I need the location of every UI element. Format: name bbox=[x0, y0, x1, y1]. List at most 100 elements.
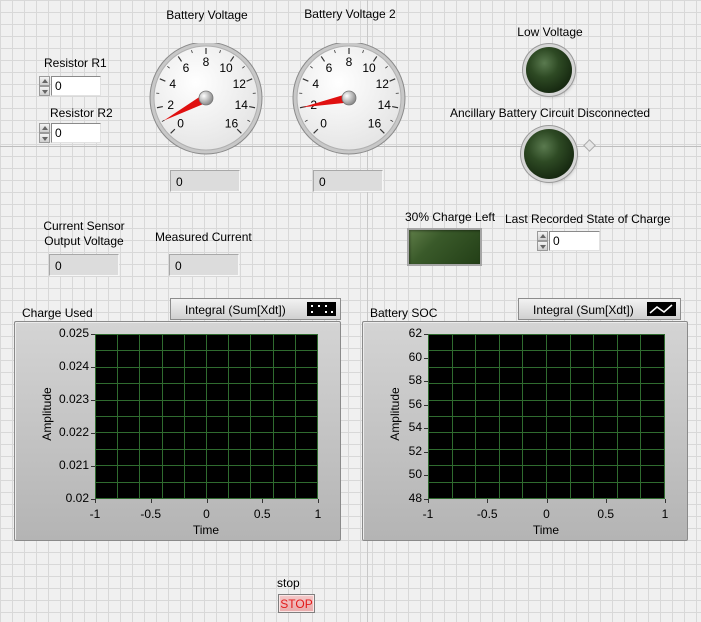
y-tick-mark bbox=[424, 334, 428, 335]
y-tick-label: 0.024 bbox=[58, 359, 89, 373]
y-tick-label: 50 bbox=[408, 467, 422, 482]
line-icon bbox=[647, 302, 676, 316]
gauge-tick-label: 14 bbox=[378, 98, 392, 112]
y-tick-label: 52 bbox=[408, 443, 422, 458]
x-tick-label: 1 bbox=[661, 507, 669, 521]
y-tick-label: 0.021 bbox=[58, 458, 89, 472]
decrement-arrow-icon[interactable] bbox=[537, 241, 548, 251]
gauge-tick-label: 16 bbox=[225, 116, 239, 130]
gauge-tick-label: 4 bbox=[169, 77, 176, 91]
x-tick-mark bbox=[207, 499, 208, 503]
resistor-r2-input[interactable]: 0 bbox=[51, 123, 101, 143]
resistor-r1-spinner[interactable] bbox=[39, 76, 50, 96]
battery-soc-x-axis-label: Time bbox=[532, 523, 560, 537]
current-sensor-readout: 0 bbox=[49, 254, 119, 276]
gauge-tick-label: 16 bbox=[368, 116, 382, 130]
stop-button[interactable]: STOP bbox=[278, 594, 315, 613]
x-tick-label: -0.5 bbox=[476, 507, 498, 521]
x-tick-label: 0.5 bbox=[253, 507, 271, 521]
x-tick-mark bbox=[318, 499, 319, 503]
x-tick-label: -1 bbox=[89, 507, 101, 521]
gauge-tick-label: 8 bbox=[346, 55, 353, 69]
decrement-arrow-icon[interactable] bbox=[39, 86, 50, 96]
y-tick-mark bbox=[91, 400, 95, 401]
battery-soc-y-axis-label: Amplitude bbox=[388, 387, 402, 441]
gauge-tick-label: 0 bbox=[177, 116, 184, 130]
x-tick-mark bbox=[665, 499, 666, 503]
x-tick-label: 0 bbox=[543, 507, 550, 521]
increment-arrow-icon[interactable] bbox=[39, 76, 50, 86]
last-soc-spinner[interactable] bbox=[537, 231, 548, 251]
x-tick-label: 0 bbox=[203, 507, 210, 521]
battery-voltage-2-gauge[interactable]: 0246810121416 bbox=[290, 43, 408, 161]
charge-used-plot-area[interactable] bbox=[95, 334, 318, 499]
charge-used-title: Charge Used bbox=[22, 306, 93, 320]
battery-soc-legend-text: Integral (Sum[Xdt]) bbox=[533, 303, 634, 317]
low-voltage-led[interactable] bbox=[526, 47, 572, 93]
charge-30-led[interactable] bbox=[407, 228, 482, 266]
last-soc-input[interactable]: 0 bbox=[549, 231, 600, 251]
y-tick-mark bbox=[424, 428, 428, 429]
gauge-tick-label: 12 bbox=[233, 77, 247, 91]
current-sensor-label-line2: Output Voltage bbox=[44, 234, 124, 248]
ancillary-label: Ancillary Battery Circuit Disconnected bbox=[450, 106, 651, 120]
charge-30-label: 30% Charge Left bbox=[405, 210, 496, 224]
resistor-r1-input[interactable]: 0 bbox=[51, 76, 101, 96]
y-tick-mark bbox=[91, 334, 95, 335]
measured-current-readout: 0 bbox=[169, 254, 239, 276]
gauge-tick-label: 10 bbox=[219, 61, 233, 75]
y-tick-label: 60 bbox=[408, 349, 422, 364]
decrement-arrow-icon[interactable] bbox=[39, 133, 50, 143]
x-tick-mark bbox=[606, 499, 607, 503]
y-tick-mark bbox=[424, 405, 428, 406]
last-soc-control: 0 bbox=[537, 231, 601, 251]
gauge-hub bbox=[198, 90, 214, 106]
gauge-tick-label: 4 bbox=[312, 77, 319, 91]
y-tick-label: 0.025 bbox=[58, 326, 89, 340]
gauge-tick-label: 8 bbox=[203, 55, 210, 69]
charge-used-y-axis-label: Amplitude bbox=[40, 387, 54, 441]
battery-soc-graph[interactable]: 62 60 58 56 54 52 50 48 -1 -0.5 0 0.5 1 Time Amplitu… bbox=[362, 321, 688, 541]
ancillary-led[interactable] bbox=[524, 129, 574, 179]
charge-used-plot-legend[interactable]: Integral (Sum[Xdt]) bbox=[170, 298, 341, 320]
charge-used-graph[interactable]: 0.025 0.024 0.023 0.022 0.021 0.02 -1 -0.5 0 0.5 1… bbox=[14, 321, 341, 541]
y-tick-mark bbox=[424, 452, 428, 453]
y-tick-mark bbox=[424, 358, 428, 359]
increment-arrow-icon[interactable] bbox=[39, 123, 50, 133]
gauge-tick-label: 6 bbox=[183, 61, 190, 75]
gauge-tick-label: 12 bbox=[376, 77, 390, 91]
battery-voltage-2-readout: 0 bbox=[313, 170, 383, 192]
x-tick-label: 1 bbox=[314, 507, 322, 521]
battery-soc-plot-legend[interactable]: Integral (Sum[Xdt]) bbox=[518, 298, 681, 320]
resize-handle-icon bbox=[583, 139, 596, 152]
stop-label: stop bbox=[277, 576, 300, 590]
charge-used-x-axis-label: Time bbox=[192, 523, 220, 537]
x-tick-mark bbox=[262, 499, 263, 503]
points-icon bbox=[307, 302, 336, 316]
x-tick-label: 0.5 bbox=[597, 507, 615, 521]
gauge-tick-label: 0 bbox=[320, 116, 327, 130]
x-tick-label: -0.5 bbox=[140, 507, 162, 521]
battery-soc-plot-area[interactable] bbox=[428, 334, 665, 499]
y-tick-mark bbox=[424, 475, 428, 476]
x-tick-mark bbox=[151, 499, 152, 503]
battery-voltage-gauge[interactable]: 02 46 8 1012 14 16 bbox=[147, 43, 265, 161]
resistor-r1-label: Resistor R1 bbox=[44, 56, 107, 70]
y-tick-label: 62 bbox=[408, 326, 422, 340]
measured-current-label: Measured Current bbox=[155, 230, 252, 244]
gauge-tick-label: 6 bbox=[326, 61, 333, 75]
resistor-r1-control: 0 bbox=[39, 76, 101, 96]
gauge-tick-label: 14 bbox=[235, 98, 249, 112]
battery-soc-title: Battery SOC bbox=[370, 306, 438, 320]
battery-voltage-readout: 0 bbox=[170, 170, 240, 192]
charge-used-plot-svg bbox=[95, 334, 318, 499]
x-tick-mark bbox=[547, 499, 548, 503]
y-tick-mark bbox=[91, 433, 95, 434]
y-tick-mark bbox=[424, 381, 428, 382]
increment-arrow-icon[interactable] bbox=[537, 231, 548, 241]
gauge-tick-label: 10 bbox=[362, 61, 376, 75]
x-tick-mark bbox=[95, 499, 96, 503]
resistor-r2-spinner[interactable] bbox=[39, 123, 50, 143]
x-tick-mark bbox=[428, 499, 429, 503]
y-tick-mark bbox=[91, 466, 95, 467]
